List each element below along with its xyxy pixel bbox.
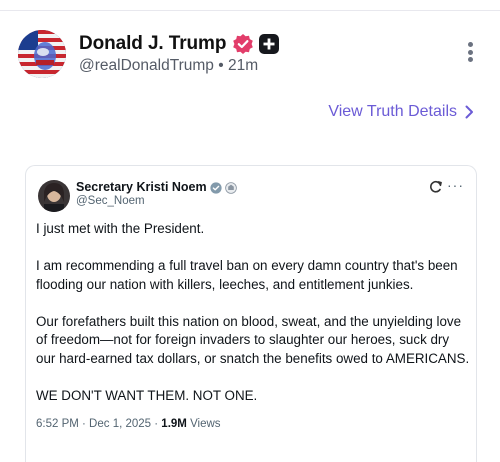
- embed-author-name[interactable]: Secretary Kristi Noem: [76, 180, 207, 194]
- more-horizontal-icon[interactable]: ···: [447, 177, 464, 193]
- refresh-icon[interactable]: [429, 180, 443, 194]
- plus-badge-icon: [258, 33, 280, 55]
- author-name[interactable]: Donald J. Trump: [79, 33, 226, 55]
- embed-paragraph: I am recommending a full travel ban on e…: [36, 258, 458, 292]
- embed-post-meta[interactable]: 6:52 PM · Dec 1, 2025 · 1.9M Views: [36, 418, 221, 430]
- embed-views-count: 1.9M: [161, 418, 187, 430]
- author-name-row: Donald J. Trump: [79, 32, 280, 56]
- chevron-right-icon: [465, 105, 473, 119]
- embed-post-body: I just met with the President. I am reco…: [36, 220, 472, 424]
- view-details-link[interactable]: View Truth Details: [328, 103, 474, 121]
- government-badge-icon: [224, 181, 237, 194]
- author-handle[interactable]: @realDonaldTrump: [79, 57, 214, 74]
- embed-author-avatar[interactable]: [38, 180, 70, 212]
- meta-separator: •: [218, 57, 224, 74]
- embed-paragraph: Our forefathers built this nation on blo…: [36, 313, 470, 366]
- verified-badge-icon: [232, 33, 254, 55]
- more-vertical-icon[interactable]: [464, 42, 476, 66]
- author-meta: @realDonaldTrump • 21m: [79, 57, 258, 75]
- embed-name-row: Secretary Kristi Noem: [76, 179, 237, 195]
- author-avatar[interactable]: [18, 30, 66, 78]
- embed-paragraph: I just met with the President.: [36, 221, 205, 236]
- embed-paragraph: WE DON'T WANT THEM. NOT ONE.: [36, 387, 258, 403]
- embed-timestamp: 6:52 PM · Dec 1, 2025 ·: [36, 418, 162, 430]
- verified-badge-icon: [210, 181, 222, 194]
- embed-views-label: Views: [186, 418, 221, 430]
- post-header: Donald J. Trump @realDonaldTrump • 21m: [18, 30, 482, 82]
- view-details-label: View Truth Details: [328, 103, 457, 120]
- post-time[interactable]: 21m: [228, 57, 258, 74]
- embedded-post-card[interactable]: Secretary Kristi Noem @Sec_Noem ··· I ju…: [25, 165, 477, 462]
- top-divider: [0, 10, 500, 11]
- embed-author-handle[interactable]: @Sec_Noem: [76, 195, 145, 207]
